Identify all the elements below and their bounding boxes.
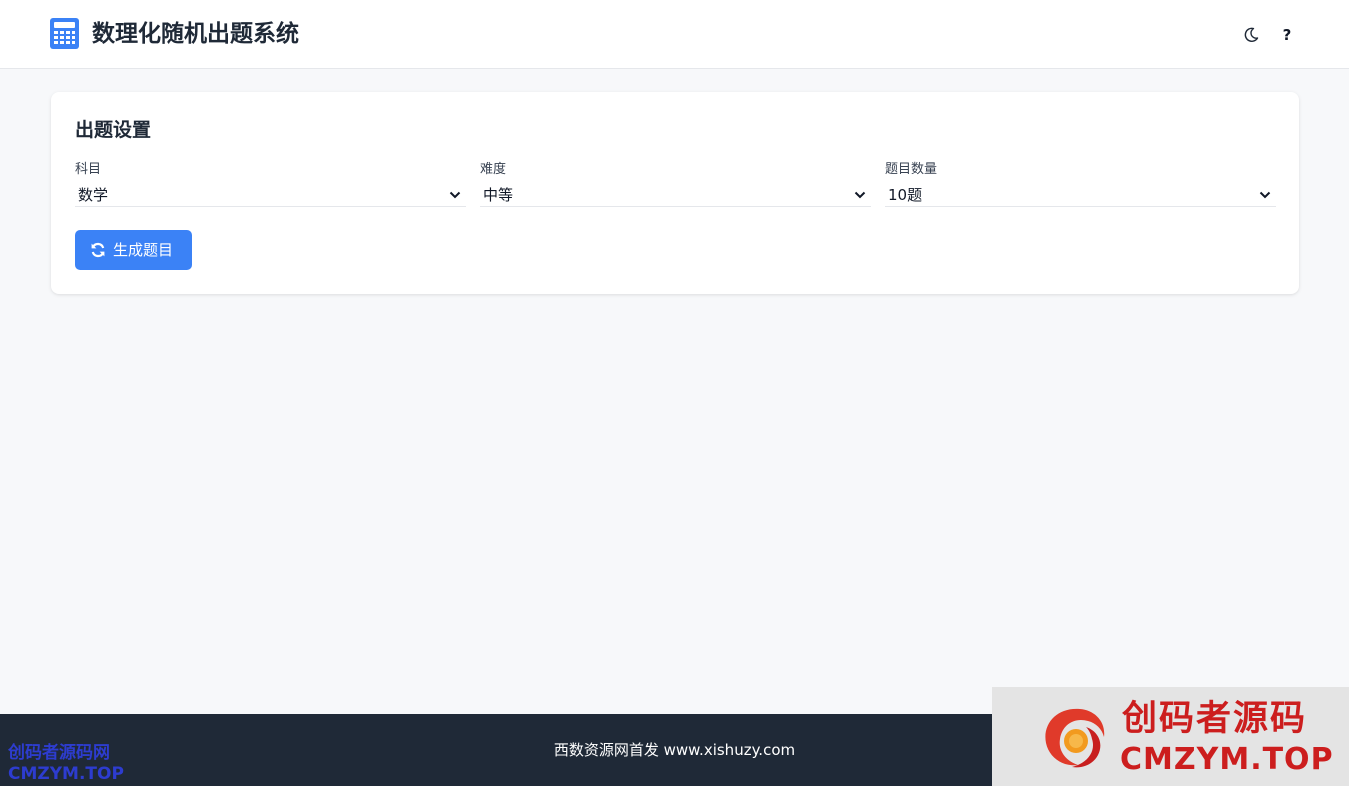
difficulty-label: 难度 — [480, 162, 507, 177]
watermark-right-line2: CMZYM.TOP — [1120, 742, 1334, 777]
app-title: 数理化随机出题系统 — [92, 21, 299, 47]
generate-button-label: 生成题目 — [113, 241, 174, 259]
subject-field: 科目 数学 — [75, 161, 466, 207]
difficulty-value: 中等 — [483, 186, 514, 204]
sync-icon — [91, 242, 105, 258]
generate-button[interactable]: 生成题目 — [75, 230, 192, 270]
question-count-label: 题目数量 — [885, 162, 938, 177]
chevron-down-icon — [1259, 191, 1271, 199]
subject-label: 科目 — [75, 162, 102, 177]
watermark-left-line2: CMZYM.TOP — [8, 764, 124, 784]
subject-value: 数学 — [78, 186, 109, 204]
question-count-select[interactable]: 10题 — [885, 183, 1276, 207]
calculator-icon — [50, 18, 79, 49]
question-count-field: 题目数量 10题 — [885, 161, 1276, 207]
chevron-down-icon — [449, 191, 461, 199]
difficulty-select[interactable]: 中等 — [480, 183, 871, 207]
watermark-left: 创码者源码网 CMZYM.TOP — [8, 743, 138, 786]
difficulty-field: 难度 中等 — [480, 161, 871, 207]
help-button[interactable]: ? — [1277, 24, 1297, 46]
watermark-left-line1: 创码者源码网 — [8, 743, 110, 763]
watermark-right: 创码者源码 CMZYM.TOP — [992, 687, 1349, 786]
subject-select[interactable]: 数学 — [75, 183, 466, 207]
settings-title: 出题设置 — [75, 119, 152, 141]
watermark-logo-icon — [1045, 708, 1105, 768]
watermark-right-line1: 创码者源码 — [1122, 699, 1308, 739]
moon-icon — [1244, 27, 1259, 42]
theme-toggle-button[interactable] — [1241, 24, 1261, 46]
settings-card: 出题设置 科目 数学 难度 中等 题目数量 10题 生成题目 — [51, 92, 1299, 294]
app-header: 数理化随机出题系统 ? — [0, 0, 1349, 69]
chevron-down-icon — [854, 191, 866, 199]
question-count-value: 10题 — [888, 186, 923, 204]
